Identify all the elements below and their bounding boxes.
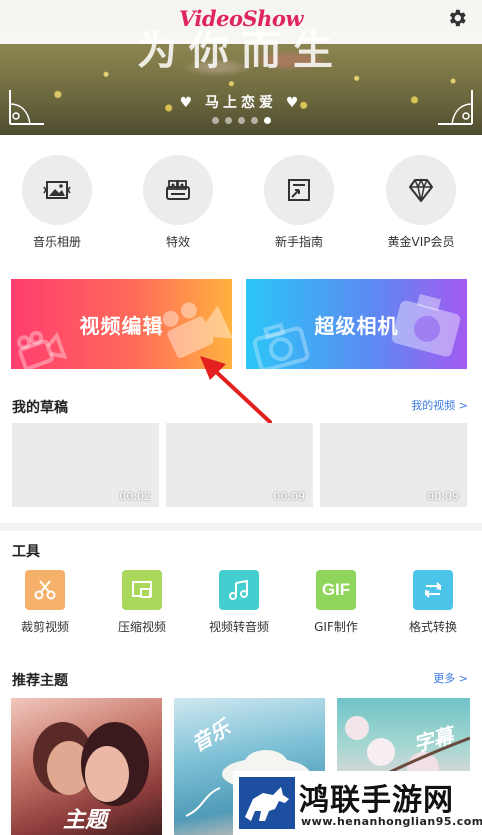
annotation-arrow [200, 356, 272, 424]
tool-icon-box [413, 570, 453, 610]
horse-logo-icon [239, 777, 295, 829]
draft-duration: 00:09 [273, 490, 305, 503]
quick-item-label: 特效 [165, 235, 190, 249]
quick-menu: 音乐相册 特效 新手指南 黄金VIP会员 [0, 155, 482, 255]
watermark-title: 鸿联手游网 [299, 783, 454, 818]
tool-label: GIF制作 [314, 620, 358, 634]
scissors-icon [34, 580, 56, 600]
themes-title: 推荐主题 [12, 673, 68, 689]
quick-item-label: 新手指南 [274, 235, 323, 249]
tool-icon-box [219, 570, 259, 610]
drafts-title: 我的草稿 [12, 400, 68, 416]
section-divider [0, 523, 482, 531]
quick-item-circle [386, 155, 456, 225]
carousel-dot[interactable] [224, 117, 232, 124]
quick-item-music-album[interactable]: 音乐相册 [7, 155, 107, 250]
tool-format-convert[interactable]: 格式转换 [388, 570, 478, 635]
draft-item[interactable]: 00:09 [320, 423, 467, 507]
app-logo: VideoShow [179, 6, 303, 31]
video-edit-label: 视频编辑 [79, 314, 164, 338]
tool-label: 裁剪视频 [20, 620, 69, 634]
quick-item-circle [143, 155, 213, 225]
tool-icon-box [25, 570, 65, 610]
super-camera-label: 超级相机 [314, 314, 399, 338]
quick-item-effects[interactable]: 特效 [128, 155, 228, 250]
quick-item-circle [22, 155, 92, 225]
photo-album-icon [43, 181, 71, 199]
music-note-icon [229, 579, 248, 600]
draft-item[interactable]: 00:09 [166, 423, 313, 507]
tools-title: 工具 [12, 544, 40, 560]
theme-card[interactable]: 主题 [11, 698, 162, 835]
tool-compress-video[interactable]: 压缩视频 [97, 570, 187, 635]
quick-item-label: 音乐相册 [32, 235, 81, 249]
theme-label: 主题 [63, 808, 108, 833]
carousel-dot[interactable] [237, 117, 245, 124]
tool-label: 格式转换 [408, 620, 457, 634]
carousel-indicator [0, 117, 482, 124]
more-themes-link[interactable]: 更多 > [433, 670, 468, 686]
draft-duration: 00:02 [119, 490, 151, 503]
gif-glyph: GIF [321, 580, 351, 599]
draft-duration: 00:09 [427, 490, 459, 503]
site-watermark: 鸿联手游网 www.henanhonglian95.com [233, 771, 482, 835]
tool-gif-maker[interactable]: GIF GIF制作 [291, 570, 381, 635]
quick-item-vip[interactable]: 黄金VIP会员 [371, 155, 471, 250]
tool-video-to-audio[interactable]: 视频转音频 [194, 570, 284, 635]
tool-trim-video[interactable]: 裁剪视频 [0, 570, 90, 635]
carousel-dot[interactable] [250, 117, 258, 124]
quick-item-circle [264, 155, 334, 225]
watermark-url: www.henanhonglian95.com [301, 815, 482, 828]
gear-icon[interactable] [446, 7, 468, 29]
banner-subtitle: ♥ 马上恋爱 ♥ [179, 95, 303, 111]
carousel-dot-active[interactable] [263, 117, 271, 124]
tool-icon-box [122, 570, 162, 610]
app-header: VideoShow [0, 0, 482, 44]
carousel-dot[interactable] [211, 117, 219, 124]
gif-icon: GIF [316, 570, 356, 610]
diamond-icon [409, 178, 433, 202]
guide-icon [288, 179, 310, 201]
quick-item-guide[interactable]: 新手指南 [249, 155, 349, 250]
convert-icon [424, 582, 442, 598]
compress-icon [132, 581, 152, 598]
tool-label: 压缩视频 [117, 620, 166, 634]
effects-icon [166, 180, 190, 200]
draft-item[interactable]: 00:02 [12, 423, 159, 507]
my-videos-link[interactable]: 我的视频 > [411, 397, 468, 413]
quick-item-label: 黄金VIP会员 [387, 235, 455, 249]
tool-label: 视频转音频 [208, 620, 269, 634]
